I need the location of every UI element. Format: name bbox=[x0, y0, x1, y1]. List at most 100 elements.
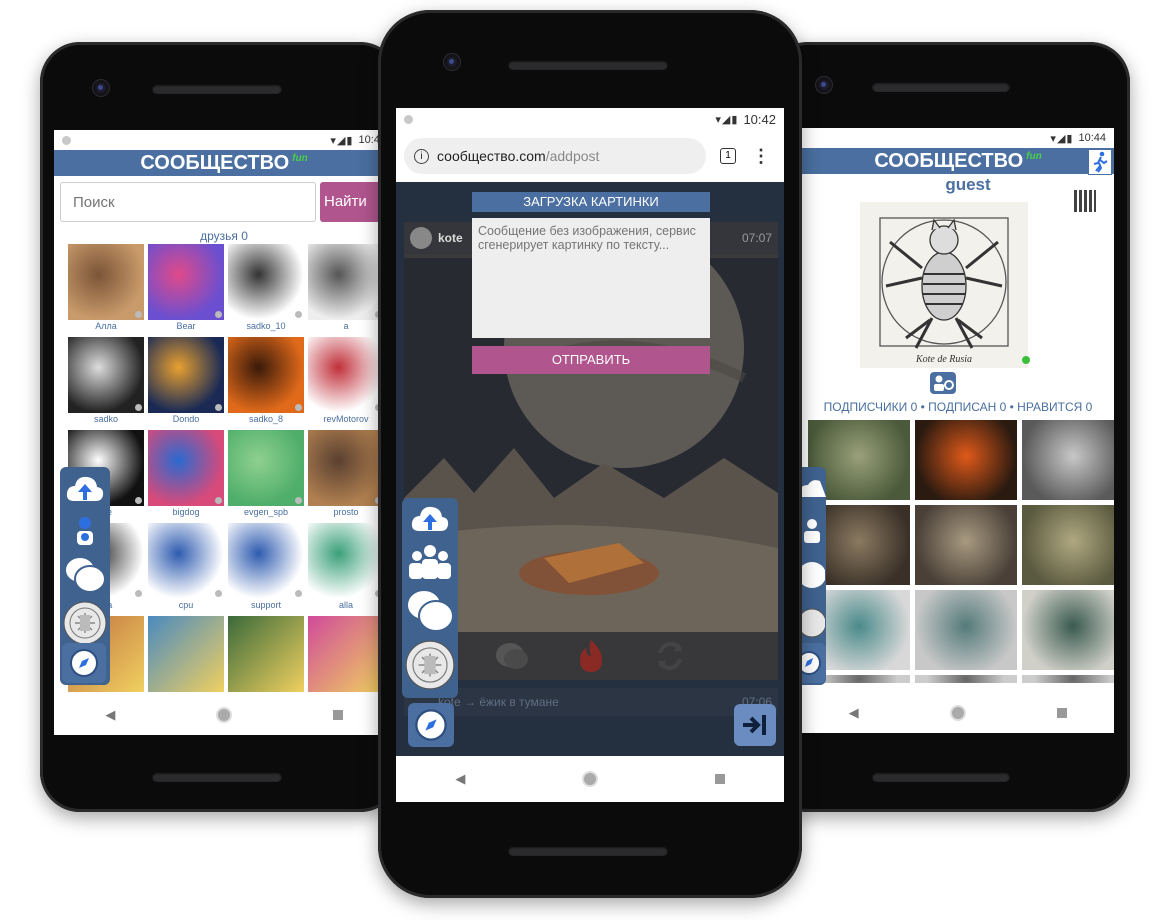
compass-button[interactable] bbox=[62, 643, 106, 683]
user-card[interactable]: revMotorov bbox=[308, 337, 384, 426]
user-card[interactable]: alla bbox=[308, 523, 384, 612]
comment-icon[interactable] bbox=[494, 640, 530, 672]
user-name[interactable]: sadko_8 bbox=[249, 413, 283, 426]
address-bar[interactable]: i сообщество.com/addpost bbox=[404, 138, 706, 174]
home-icon[interactable] bbox=[217, 709, 230, 721]
user-name[interactable]: Алла bbox=[95, 320, 117, 333]
user-name[interactable]: support bbox=[251, 599, 281, 612]
recents-icon[interactable] bbox=[332, 710, 343, 720]
friends-icon[interactable] bbox=[798, 511, 826, 551]
friends-icon[interactable] bbox=[60, 511, 110, 551]
photo-thumb[interactable] bbox=[1022, 590, 1114, 670]
qr-code-icon[interactable] bbox=[1074, 190, 1096, 212]
user-name[interactable]: evgen_spb bbox=[244, 506, 288, 519]
chat-icon[interactable] bbox=[60, 551, 110, 599]
photo-thumb[interactable] bbox=[915, 590, 1017, 670]
user-name[interactable]: revMotorov bbox=[323, 413, 368, 426]
exit-button[interactable] bbox=[734, 704, 776, 746]
recents-icon[interactable] bbox=[714, 774, 725, 784]
user-card[interactable]: Dondo bbox=[148, 337, 224, 426]
post-author[interactable]: kote bbox=[438, 231, 463, 245]
friends-settings-icon[interactable] bbox=[930, 372, 956, 394]
back-icon[interactable]: ◀ bbox=[105, 707, 115, 723]
repost-icon[interactable] bbox=[652, 639, 688, 673]
upload-icon[interactable] bbox=[60, 467, 110, 511]
photo-thumb[interactable] bbox=[915, 505, 1017, 585]
user-card[interactable]: support bbox=[228, 523, 304, 612]
profile-stats[interactable]: ПОДПИСЧИКИ 0 • ПОДПИСАН 0 • НРАВИТСЯ 0 bbox=[802, 400, 1114, 414]
user-avatar[interactable] bbox=[68, 244, 144, 320]
user-card[interactable]: bigdog bbox=[148, 430, 224, 519]
search-input[interactable] bbox=[60, 182, 316, 222]
user-card[interactable]: sadko_10 bbox=[228, 244, 304, 333]
user-avatar[interactable] bbox=[308, 244, 384, 320]
post-preview-row[interactable]: kote → ёжик в тумане 07:06 bbox=[404, 688, 778, 716]
user-card[interactable]: evgen_spb bbox=[228, 430, 304, 519]
user-avatar[interactable] bbox=[308, 523, 384, 599]
user-card[interactable]: sadko bbox=[68, 337, 144, 426]
avatar[interactable] bbox=[60, 599, 110, 647]
menu-icon[interactable]: ⋮ bbox=[752, 146, 770, 167]
search-button[interactable]: Найти bbox=[320, 182, 384, 222]
user-card[interactable]: cpu bbox=[148, 523, 224, 612]
user-avatar[interactable] bbox=[228, 430, 304, 506]
upload-icon[interactable] bbox=[798, 467, 826, 511]
user-avatar[interactable] bbox=[228, 523, 304, 599]
user-name[interactable]: sadko bbox=[94, 413, 118, 426]
user-avatar[interactable] bbox=[308, 616, 384, 692]
user-card[interactable]: sadko_8 bbox=[228, 337, 304, 426]
home-icon[interactable] bbox=[583, 773, 596, 785]
user-name[interactable]: sadko_10 bbox=[246, 320, 285, 333]
user-avatar[interactable] bbox=[228, 616, 304, 692]
recents-icon[interactable] bbox=[1057, 708, 1068, 718]
user-avatar[interactable] bbox=[148, 244, 224, 320]
tabs-count-icon[interactable]: 1 bbox=[720, 148, 736, 164]
photo-thumb[interactable] bbox=[1022, 675, 1114, 683]
photo-thumb[interactable] bbox=[915, 675, 1017, 683]
user-name[interactable]: Bear bbox=[176, 320, 195, 333]
user-avatar[interactable] bbox=[308, 430, 384, 506]
user-avatar[interactable] bbox=[148, 337, 224, 413]
user-name[interactable]: alla bbox=[339, 599, 353, 612]
home-icon[interactable] bbox=[951, 707, 964, 719]
android-nav-bar: ◀ bbox=[54, 695, 394, 735]
back-icon[interactable]: ◀ bbox=[455, 771, 465, 787]
user-name[interactable]: bigdog bbox=[172, 506, 199, 519]
chat-icon[interactable] bbox=[402, 584, 458, 638]
user-name[interactable]: Dondo bbox=[173, 413, 200, 426]
user-card[interactable]: prosto bbox=[308, 430, 384, 519]
user-name[interactable]: a bbox=[343, 320, 348, 333]
user-avatar[interactable] bbox=[68, 337, 144, 413]
author-avatar[interactable] bbox=[410, 227, 432, 249]
user-avatar[interactable] bbox=[308, 337, 384, 413]
logout-icon[interactable] bbox=[1088, 149, 1112, 175]
user-card[interactable]: Bear bbox=[148, 244, 224, 333]
profile-avatar: Kote de Rusia bbox=[860, 202, 1030, 368]
front-camera-icon bbox=[444, 54, 460, 70]
avatar[interactable] bbox=[402, 638, 458, 692]
submit-button[interactable]: ОТПРАВИТЬ bbox=[472, 346, 710, 374]
message-textarea[interactable] bbox=[472, 218, 710, 338]
photo-thumb[interactable] bbox=[1022, 420, 1114, 500]
fire-icon[interactable] bbox=[574, 638, 608, 674]
compass-button[interactable] bbox=[408, 703, 454, 747]
user-card[interactable]: Алла bbox=[68, 244, 144, 333]
user-avatar[interactable] bbox=[228, 337, 304, 413]
photo-thumb[interactable] bbox=[915, 420, 1017, 500]
user-name[interactable]: cpu bbox=[179, 599, 194, 612]
upload-icon[interactable] bbox=[402, 498, 458, 540]
user-avatar[interactable] bbox=[148, 616, 224, 692]
user-avatar[interactable] bbox=[228, 244, 304, 320]
friends-icon[interactable] bbox=[402, 540, 458, 584]
photo-thumb[interactable] bbox=[1022, 505, 1114, 585]
user-card[interactable]: a bbox=[308, 244, 384, 333]
status-bar: ▾◢▮ 10:42 bbox=[396, 108, 784, 130]
back-icon[interactable]: ◀ bbox=[849, 705, 859, 721]
info-icon[interactable]: i bbox=[414, 148, 429, 164]
user-avatar[interactable] bbox=[148, 523, 224, 599]
compass-button[interactable] bbox=[798, 643, 826, 683]
chat-icon[interactable] bbox=[798, 551, 826, 599]
user-name[interactable]: prosto bbox=[333, 506, 358, 519]
avatar[interactable] bbox=[798, 599, 826, 647]
user-avatar[interactable] bbox=[148, 430, 224, 506]
